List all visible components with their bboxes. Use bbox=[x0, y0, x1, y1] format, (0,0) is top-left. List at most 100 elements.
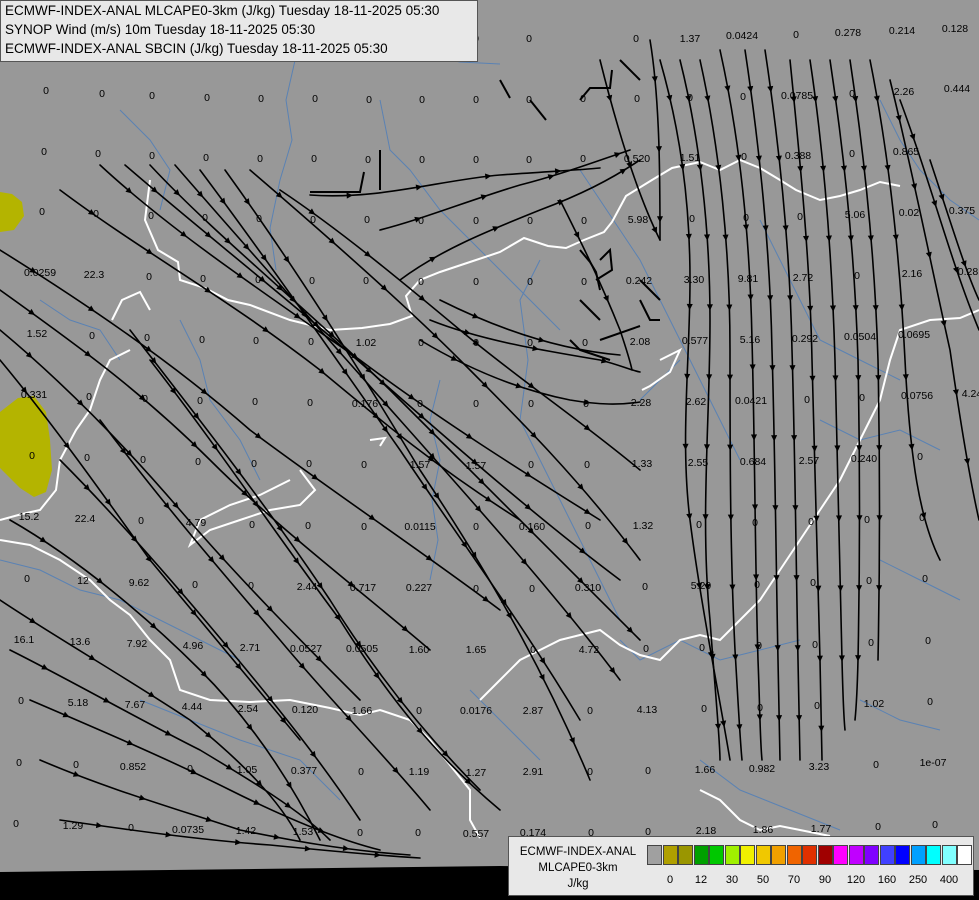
cape-value: 0 bbox=[84, 452, 90, 464]
cape-value: 0 bbox=[249, 519, 255, 531]
cape-value: 0 bbox=[584, 459, 590, 471]
legend-tick-label: 120 bbox=[846, 874, 866, 886]
cape-value: 0 bbox=[868, 637, 874, 649]
cape-value: 0 bbox=[142, 393, 148, 405]
legend-swatch bbox=[662, 845, 678, 865]
cape-value: 0 bbox=[580, 93, 586, 105]
cape-value: 0 bbox=[248, 580, 254, 592]
cape-value: 2.26 bbox=[894, 86, 915, 98]
cape-value: 15.2 bbox=[19, 511, 40, 523]
cape-value: 0 bbox=[73, 759, 79, 771]
cape-value: 0 bbox=[642, 581, 648, 593]
cape-value: 0 bbox=[581, 215, 587, 227]
cape-value: 9.81 bbox=[738, 273, 759, 285]
cape-value: 4.79 bbox=[186, 517, 207, 529]
cape-value: 0 bbox=[418, 337, 424, 349]
cape-value: 0.982 bbox=[749, 763, 775, 775]
cape-value: 1.37 bbox=[680, 33, 701, 45]
cape-value: 0.242 bbox=[626, 275, 652, 287]
cape-value: 0.176 bbox=[352, 398, 378, 410]
title-mlcape: ECMWF-INDEX-ANAL MLCAPE0-3km (J/kg) Tues… bbox=[5, 3, 440, 18]
cape-value: 2.16 bbox=[902, 268, 923, 280]
cape-value: 0 bbox=[29, 450, 35, 462]
cape-value: 0.0176 bbox=[460, 705, 492, 717]
cape-value: 0 bbox=[192, 579, 198, 591]
cape-value: 22.3 bbox=[84, 269, 105, 281]
cape-value: 0.214 bbox=[889, 25, 915, 37]
legend-swatch bbox=[926, 845, 941, 865]
cape-value: 0.310 bbox=[575, 582, 601, 594]
cape-value: 2.44 bbox=[297, 581, 318, 593]
cape-value: 0 bbox=[18, 695, 24, 707]
cape-value: 0 bbox=[366, 94, 372, 106]
cape-value: 1.42 bbox=[236, 825, 257, 837]
cape-value: 0 bbox=[309, 275, 315, 287]
cape-value: 0 bbox=[473, 154, 479, 166]
cape-value: 0.0421 bbox=[735, 395, 767, 407]
cape-value: 0 bbox=[357, 827, 363, 839]
cape-value: 0.0424 bbox=[726, 30, 758, 42]
cape-value: 0 bbox=[203, 152, 209, 164]
cape-value: 0.0115 bbox=[404, 521, 435, 533]
cape-value: 0 bbox=[140, 454, 146, 466]
title-synop-wind: SYNOP Wind (m/s) 10m Tuesday 18-11-2025 … bbox=[5, 22, 316, 37]
cape-value: 2.08 bbox=[630, 336, 651, 348]
weather-map: 0 0 0 0 0 0 1.37 0.0424 0 0.278 0.214 0.128 0 0 0 0 0 0 0 0… bbox=[0, 0, 979, 900]
cape-value: 0.852 bbox=[120, 761, 146, 773]
cape-value: 0 bbox=[587, 766, 593, 778]
cape-value: 4.24 bbox=[962, 388, 979, 400]
cape-value: 0 bbox=[146, 271, 152, 283]
cape-value: 0.684 bbox=[740, 456, 766, 468]
cape-value: 0 bbox=[99, 88, 105, 100]
cape-value: 0 bbox=[41, 146, 47, 158]
legend-swatch bbox=[678, 845, 693, 865]
cape-value: 0 bbox=[204, 92, 210, 104]
cape-value: 5.98 bbox=[628, 214, 649, 226]
cape-value: 13.6 bbox=[70, 636, 91, 648]
legend-swatch bbox=[864, 845, 879, 865]
cape-value: 4.13 bbox=[637, 704, 658, 716]
cape-value: 0 bbox=[361, 459, 367, 471]
cape-value: 0 bbox=[757, 702, 763, 714]
cape-value: 0.0527 bbox=[290, 643, 322, 655]
cape-value: 0 bbox=[810, 577, 816, 589]
cape-value: 0 bbox=[310, 214, 316, 226]
cape-value: 0 bbox=[16, 757, 22, 769]
cape-value: 0 bbox=[149, 150, 155, 162]
cape-value: 0 bbox=[93, 208, 99, 220]
cape-value: 0 bbox=[473, 398, 479, 410]
cape-value: 0 bbox=[149, 90, 155, 102]
cape-value: 0.557 bbox=[463, 828, 489, 840]
cape-value: 0 bbox=[195, 456, 201, 468]
cape-value: 0 bbox=[687, 92, 693, 104]
cape-value: 1.32 bbox=[633, 520, 654, 532]
cape-value: 0 bbox=[128, 822, 134, 834]
legend-swatch bbox=[693, 845, 709, 865]
cape-value: 0 bbox=[148, 210, 154, 222]
cape-value: 0 bbox=[258, 93, 264, 105]
cape-value: 0 bbox=[256, 213, 262, 225]
cape-value: 0 bbox=[417, 398, 423, 410]
cape-value: 0 bbox=[416, 705, 422, 717]
cape-value: 0 bbox=[741, 151, 747, 163]
cape-value: 0 bbox=[251, 458, 257, 470]
cape-value: 0 bbox=[812, 639, 818, 651]
cape-value: 7.67 bbox=[125, 699, 146, 711]
cape-value: 3.23 bbox=[809, 761, 830, 773]
cape-value: 0 bbox=[814, 700, 820, 712]
cape-value: 0.577 bbox=[682, 335, 708, 347]
cape-value: 0 bbox=[528, 398, 534, 410]
cape-value: 2.62 bbox=[686, 396, 707, 408]
cape-value: 0 bbox=[859, 392, 865, 404]
cape-value: 2.57 bbox=[799, 455, 820, 467]
legend-tick-label: 250 bbox=[908, 874, 928, 886]
cape-value: 0 bbox=[473, 521, 479, 533]
cape-value: 0 bbox=[305, 520, 311, 532]
legend-swatch bbox=[848, 845, 864, 865]
cape-value: 1.57 bbox=[410, 459, 431, 471]
cape-value: 0 bbox=[197, 395, 203, 407]
legend-model-label: ECMWF-INDEX-ANAL bbox=[519, 846, 637, 858]
cape-value: 9.62 bbox=[129, 577, 150, 589]
cape-value: 0 bbox=[580, 153, 586, 165]
cape-value: 0 bbox=[13, 818, 19, 830]
